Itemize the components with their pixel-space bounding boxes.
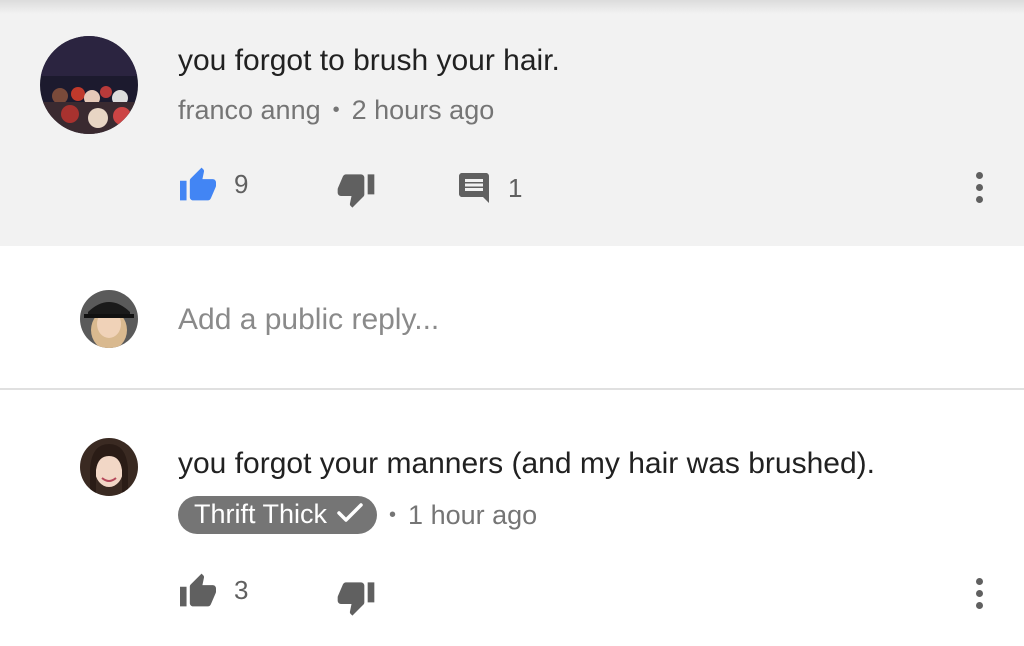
reply-comment-meta: Thrift Thick • 1 hour ago [178,496,537,534]
meta-separator: • [389,504,397,526]
comment-icon [456,170,492,206]
current-user-avatar [80,290,138,348]
reply-more-actions-icon[interactable] [969,578,989,609]
meta-separator: • [332,99,340,121]
more-dot [975,184,983,191]
parent-like-count: 9 [234,168,249,199]
thumbs-down-icon [336,172,376,210]
parent-reply-button[interactable]: 1 [456,170,522,206]
reply-input-row [0,246,1024,388]
reply-author-badge[interactable]: Thrift Thick [178,496,378,534]
parent-comment-meta: franco anng • 2 hours ago [178,94,494,126]
more-dot [975,578,983,585]
parent-reply-count: 1 [508,172,523,203]
thumbs-down-icon [336,580,376,618]
reply-like-button[interactable]: 3 [178,572,248,608]
parent-author-name[interactable]: franco anng [178,94,321,126]
parent-comment-text: you forgot to brush your hair. [178,44,560,77]
reply-like-count: 3 [234,574,249,605]
reply-author-name: Thrift Thick [194,499,328,529]
reply-author-avatar[interactable] [80,438,138,496]
parent-more-actions-icon[interactable] [969,172,989,203]
checkmark-icon [337,498,363,530]
reply-input[interactable]: Add a public reply... [178,300,439,340]
more-dot [975,172,983,179]
parent-comment: you forgot to brush your hair. franco an… [0,0,1024,246]
parent-author-avatar[interactable] [40,36,138,134]
reply-comment-text: you forgot your manners (and my hair was… [178,447,875,480]
thumbs-up-icon [178,166,218,202]
thumbs-up-icon [178,572,218,608]
top-shadow [0,0,1024,14]
more-dot [975,590,983,597]
reply-comment: you forgot your manners (and my hair was… [0,390,1024,646]
reply-comment-time: 1 hour ago [408,500,538,530]
reply-dislike-button[interactable] [336,580,376,618]
parent-comment-time: 2 hours ago [351,95,495,125]
parent-dislike-button[interactable] [336,172,376,210]
parent-like-button[interactable]: 9 [178,166,248,202]
more-dot [975,196,983,203]
more-dot [975,602,983,609]
